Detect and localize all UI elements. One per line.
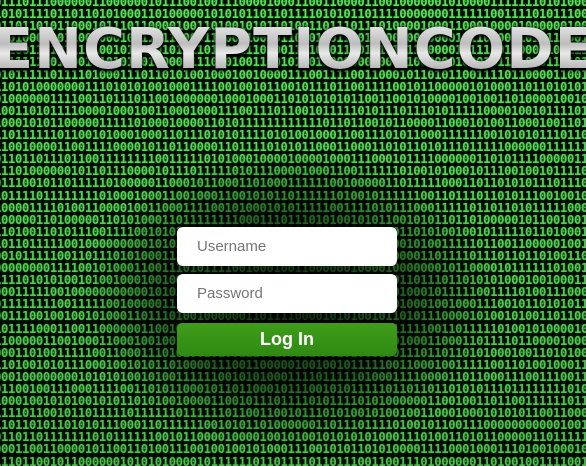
site-logo: ENCRYPTIONCODE (0, 18, 586, 82)
login-button[interactable]: Log In (177, 323, 397, 356)
login-page: 0111011100000011000000101110010011100001… (0, 0, 586, 466)
password-input[interactable] (177, 274, 397, 313)
login-form: Log In (177, 227, 397, 356)
username-input[interactable] (177, 227, 397, 266)
